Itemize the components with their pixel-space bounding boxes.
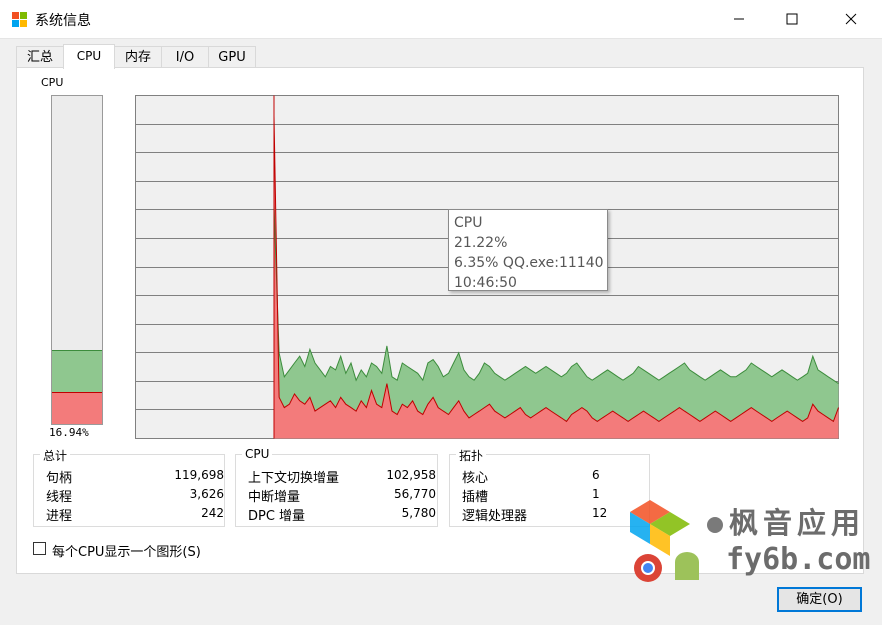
topology-title: 拓扑 (456, 447, 487, 464)
handles-value: 119,698 (174, 468, 224, 482)
cores-label: 核心 (462, 471, 489, 486)
close-button[interactable] (828, 0, 874, 38)
watermark-text-domain: fy6b.com (726, 542, 871, 577)
cpu-usage-meter (51, 95, 103, 425)
tab-memory[interactable]: 内存 (114, 46, 162, 68)
maximize-icon (786, 13, 798, 25)
title-bar: 系统信息 (0, 0, 882, 39)
handles-label: 句柄 (46, 471, 73, 486)
minimize-button[interactable] (716, 0, 762, 38)
tab-cpu[interactable]: CPU (63, 44, 115, 69)
cpu-meter-label: CPU (41, 76, 64, 89)
per-cpu-graph-checkbox[interactable] (33, 542, 46, 555)
system-info-icon (12, 12, 27, 27)
maximize-button[interactable] (769, 0, 815, 38)
context-switch-label: 上下文切换增量 (248, 471, 340, 486)
tooltip-title: CPU (454, 215, 483, 231)
watermark-logo-icon (630, 500, 723, 582)
sockets-value: 1 (592, 487, 600, 501)
tab-io[interactable]: I/O (161, 46, 209, 68)
cpu-meter-kernel-fill (52, 392, 102, 424)
cores-value: 6 (592, 468, 600, 482)
logical-processors-label: 逻辑处理器 (462, 509, 528, 524)
interrupts-value: 56,770 (394, 487, 436, 501)
dpc-value: 5,780 (401, 506, 436, 520)
watermark-text-brand: 枫音应用 (729, 506, 866, 540)
tab-gpu[interactable]: GPU (208, 46, 256, 68)
context-switch-value: 102,958 (386, 468, 436, 482)
tab-summary[interactable]: 汇总 (16, 46, 64, 68)
totals-title: 总计 (40, 447, 71, 464)
ok-button[interactable]: 确定(O) (777, 587, 862, 612)
sockets-label: 插槽 (462, 490, 489, 505)
per-cpu-graph-label[interactable]: 每个CPU显示一个图形(S) (52, 541, 201, 560)
logical-processors-value: 12 (592, 506, 608, 520)
cpu-stats-group: CPU 上下文切换增量 102,958 中断增量 56,770 DPC 增量 5… (235, 447, 438, 527)
processes-value: 242 (201, 506, 224, 520)
threads-label: 线程 (46, 490, 73, 505)
cpu-tooltip: CPU 21.22% 6.35% QQ.exe:11140 10:46:50 (448, 209, 608, 291)
minimize-icon (734, 18, 744, 20)
interrupts-label: 中断增量 (248, 490, 301, 505)
totals-group: 总计 句柄 119,698 线程 3,626 进程 242 (33, 447, 225, 527)
tooltip-total: 21.22% (454, 235, 508, 251)
cpu-stats-title: CPU (242, 447, 273, 461)
close-icon (845, 13, 857, 25)
topology-group: 拓扑 核心 6 插槽 1 逻辑处理器 12 (449, 447, 650, 527)
dpc-label: DPC 增量 (248, 509, 306, 524)
tooltip-top-process: 6.35% QQ.exe:11140 (454, 255, 604, 271)
window-title: 系统信息 (35, 13, 91, 29)
cpu-usage-value: 16.94% (49, 426, 89, 439)
tooltip-time: 10:46:50 (454, 275, 517, 291)
threads-value: 3,626 (189, 487, 224, 501)
processes-label: 进程 (46, 509, 73, 524)
